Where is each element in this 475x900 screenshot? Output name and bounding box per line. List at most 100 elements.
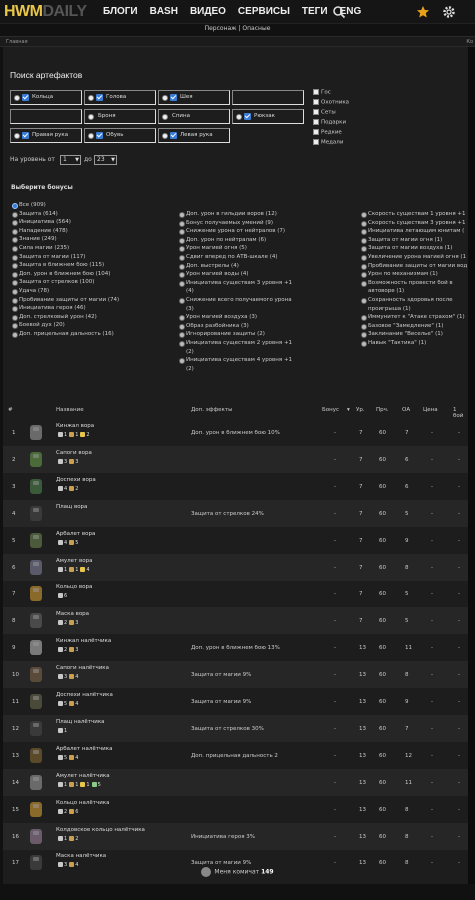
bonus-option[interactable]: Защита от магии (117) [12,253,182,262]
scrollbar[interactable] [468,47,475,884]
artifact-image[interactable] [26,610,46,630]
table-row[interactable]: 4 Плащ вора Защита от стрелков 24% - 7 60 5 - - [3,499,468,527]
artifact-name[interactable]: Арбалет вора [56,531,95,537]
bonus-option[interactable]: Заклинание "Веселье" (1) [361,330,469,339]
slot-neck[interactable]: Шея [158,90,230,105]
bonus-option[interactable]: Игнорирование защиты (2) [179,330,297,339]
table-row[interactable]: 5 Арбалет вора 4 5-7 60 9- - [3,527,468,554]
bonus-option[interactable]: Урон магией воды (4) [179,270,297,279]
bonus-option[interactable]: Инициатива существам 2 уровня +1 (2) [179,339,297,356]
artifact-image[interactable] [26,637,46,657]
bonus-option[interactable]: Доп. выстрелы (4) [179,262,297,271]
table-row[interactable]: 10 Сапоги налётчика 3 4 Защита от магии 9% - 1… [3,661,468,689]
slot-back[interactable]: Спина [158,109,230,124]
artifact-name[interactable]: Кольцо налётчика [56,800,109,806]
table-row[interactable]: 8 Маска вора 2 3 - 7 60 5 - - [3,607,468,635]
artifact-name[interactable]: Сапоги вора [56,450,92,456]
table-row[interactable]: 11 Доспехи налётчика 5 4 Защита от магии 9% -… [3,688,468,715]
radio-icon[interactable] [14,133,20,139]
artifact-image[interactable] [26,449,46,469]
table-row[interactable]: 1 Кинжал вора 1 1 2 Доп. урон в ближнем бою 1… [3,419,468,446]
site-logo[interactable]: HWMDAILY [4,3,87,21]
table-row[interactable]: 13 Арбалет налётчика 5 4 Доп. прицельная дал… [3,742,468,769]
bonus-option[interactable]: Увеличение урона магией огня (1 [361,253,469,262]
filter-hunter[interactable]: Охотника [313,99,349,107]
bonus-option[interactable]: Доп. прицельная дальность (16) [12,330,182,339]
bonus-option[interactable]: Доп. урон в ближнем бою (104) [12,270,182,279]
nav-blogs[interactable]: БЛОГИ [103,6,138,17]
artifact-name[interactable]: Амулет налётчика [56,773,110,779]
artifact-image[interactable] [26,691,46,711]
sort-icon[interactable]: ▾ [347,407,350,413]
bonus-option[interactable]: Пробивание защиты от магии вод [361,262,469,271]
search-icon[interactable] [332,5,346,19]
bonus-option[interactable]: Базовое "Замедление" (1) [361,322,469,331]
col-durability[interactable]: Прч. [376,407,389,413]
nav-services[interactable]: СЕРВИСЫ [238,6,290,17]
artifact-name[interactable]: Маска вора [56,611,89,617]
col-bonus[interactable]: Бонус [322,407,339,413]
bonus-option[interactable]: Защита (614) [12,210,182,219]
table-row[interactable]: 6 Амулет вора 1 1 4-7 60 8- - [3,553,468,581]
artifact-image[interactable] [26,826,46,846]
bonus-option[interactable]: Инициатива летающим юнитам ( [361,227,469,236]
slot-armor[interactable]: Броня [84,109,156,124]
bonus-option[interactable]: Защита от стрелков (100) [12,278,182,287]
comments-footer[interactable]: Меня комичат 149 [0,867,475,881]
artifact-name[interactable]: Кольцо вора [56,584,92,590]
table-row[interactable]: 2 Сапоги вора 3 3 - 7 60 6 - - [3,445,468,473]
bonus-option[interactable]: Доп. урон по нейтралам (6) [179,236,297,245]
bonus-option[interactable]: Возможность провести бой в автоворе (1) [361,279,469,296]
artifact-name[interactable]: Колдовское кольцо налётчика [56,827,145,833]
bonus-option[interactable]: Урон магией огня (5) [179,244,297,253]
table-row[interactable]: 3 Доспехи вора 4 2 - 7 60 6 - - [3,473,468,500]
breadcrumb-home[interactable]: Главная [6,37,28,47]
slot-left-hand[interactable]: Левая рука [158,128,230,143]
bonus-option[interactable]: Сила магии (235) [12,244,182,253]
checkbox-checked-icon[interactable] [96,94,103,101]
artifact-image[interactable] [26,799,46,819]
artifact-name[interactable]: Сапоги налётчика [56,665,109,671]
table-row[interactable]: 16 Колдовское кольцо налётчика 1 2 Инициатив… [3,822,468,850]
artifact-image[interactable] [26,664,46,684]
bonus-option[interactable]: Нападение (478) [12,227,182,236]
radio-icon[interactable] [162,95,168,101]
radio-icon[interactable] [162,114,168,120]
checkbox-checked-icon[interactable] [170,132,177,139]
artifact-image[interactable] [26,530,46,550]
table-row[interactable]: 12 Плащ налётчика 1 Защита от стрелков 30% -… [3,714,468,742]
bonus-option[interactable]: Знание (249) [12,235,182,244]
artifact-image[interactable] [26,718,46,738]
radio-icon[interactable] [14,95,20,101]
artifact-image[interactable] [26,583,46,603]
bonus-option[interactable]: Бонус получаемых умений (9) [179,219,297,228]
checkbox-checked-icon[interactable] [22,132,29,139]
bonus-option[interactable]: Урон по механизмам (1) [361,270,469,279]
checkbox-checked-icon[interactable] [96,132,103,139]
page-subtitle[interactable]: Персонаж | Опасные [0,24,475,34]
bonus-option[interactable]: Сохранность здоровья после проигрыша (1) [361,296,469,313]
bonus-option[interactable]: Инициатива героя (46) [12,304,182,313]
artifact-name[interactable]: Доспехи налётчика [56,692,113,698]
filter-state[interactable]: Гос [313,89,331,97]
col-fight[interactable]: 1 бой [453,407,468,419]
bonus-option[interactable]: Пробивание защиты от магии (74) [12,296,182,305]
bonus-option[interactable]: Защита от магии огня (1) [361,236,469,245]
slot-boots[interactable]: Обувь [84,128,156,143]
artifact-image[interactable] [26,772,46,792]
slot-right-hand[interactable]: Правая рука [10,128,82,143]
bonus-option[interactable]: Защита в ближнем бою (115) [12,261,182,270]
artifact-image[interactable] [26,503,46,523]
checkbox-icon[interactable] [313,109,319,115]
artifact-image[interactable] [26,422,46,442]
col-price[interactable]: Цена [423,407,438,413]
bonus-option[interactable]: Боевой дух (20) [12,321,182,330]
radio-icon[interactable] [88,95,94,101]
bonus-option[interactable]: Образ разбойника (3) [179,322,297,331]
bonus-option[interactable]: Все (909) [12,201,182,210]
nav-video[interactable]: ВИДЕО [190,6,226,17]
gear-icon[interactable] [442,5,456,19]
artifact-name[interactable]: Доспехи вора [56,477,96,483]
artifact-name[interactable]: Кинжал налётчика [56,638,111,644]
slot-backpack[interactable]: Рюкзак [232,109,304,124]
